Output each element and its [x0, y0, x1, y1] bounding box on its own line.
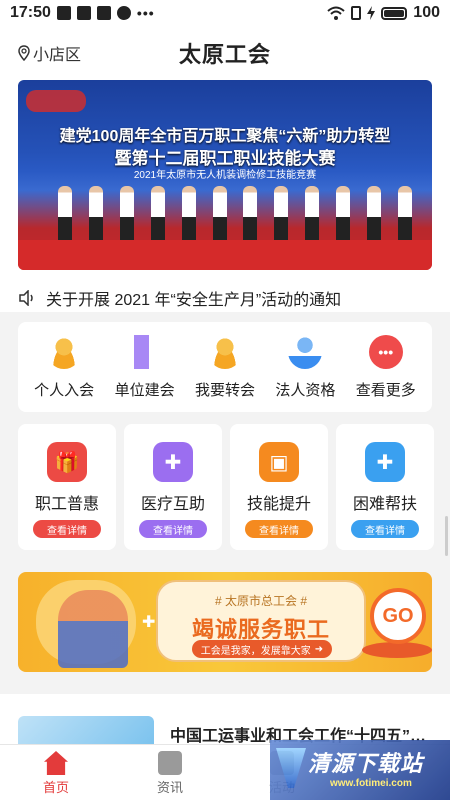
news-icon: [158, 751, 182, 775]
notice-bar[interactable]: 关于开展 2021 年“安全生产月”活动的通知: [18, 285, 432, 311]
battery-level: 100: [413, 4, 440, 21]
view-details-button[interactable]: 查看详情: [139, 520, 207, 538]
event-logo: [26, 90, 86, 112]
page-title: 太原工会: [178, 42, 271, 67]
speaker-icon: [19, 290, 33, 306]
view-details-button[interactable]: 查看详情: [33, 520, 101, 538]
quick-action-unit-build[interactable]: 单位建会: [105, 334, 185, 400]
more-notifications-icon: •••: [136, 5, 155, 21]
scroll-indicator: [445, 516, 448, 556]
battery-icon: [381, 6, 408, 20]
image-icon: [96, 6, 111, 20]
hero-banner[interactable]: 建党100周年全市百万职工聚焦“六新”助力转型 暨第十二届职工职业技能大赛 20…: [18, 80, 432, 270]
banner-people: [58, 178, 412, 242]
building-icon: [127, 334, 162, 369]
go-button[interactable]: GO: [370, 588, 426, 644]
skill-board-icon: ▣: [259, 442, 299, 482]
plus-decor-icon: ✚: [142, 614, 156, 631]
charging-icon: [367, 6, 376, 20]
tab-home[interactable]: 首页: [26, 751, 86, 796]
service-card-worker-benefit[interactable]: 🎁 职工普惠 查看详情: [18, 424, 116, 550]
banner-stage: [18, 240, 432, 270]
go-pedestal: [362, 642, 432, 658]
more-icon: •••: [368, 334, 403, 369]
promo-button[interactable]: 工会是我家，发展靠大家 ➜: [192, 640, 332, 658]
news-app-icon: [76, 6, 91, 20]
person-transfer-icon: [207, 334, 242, 369]
news-thumbnail[interactable]: [18, 716, 154, 744]
wifi-icon: [327, 6, 345, 20]
quick-action-personal-join[interactable]: 个人入会: [24, 334, 104, 400]
site-watermark: 清源下载站 www.fotimei.com: [270, 740, 450, 800]
quick-action-transfer[interactable]: 我要转会: [185, 334, 265, 400]
promo-banner[interactable]: ✚ ✚ # 太原市总工会 # 竭诚服务职工 工会是我家，发展靠大家 ➜ GO: [18, 572, 432, 672]
quick-actions: 个人入会 单位建会 我要转会 法人资格 ••• 查看更多: [18, 322, 432, 412]
legal-person-icon: [288, 334, 323, 369]
service-card-skill-upgrade[interactable]: ▣ 技能提升 查看详情: [230, 424, 328, 550]
sim-icon: [351, 6, 362, 20]
app-header: 小店区 太原工会: [0, 26, 450, 76]
service-card-medical-aid[interactable]: ✚ 医疗互助 查看详情: [124, 424, 222, 550]
arrow-right-icon: ➜: [314, 643, 324, 655]
quick-action-more[interactable]: ••• 查看更多: [346, 334, 426, 400]
view-details-button[interactable]: 查看详情: [245, 520, 313, 538]
banner-line-1: 建党100周年全市百万职工聚焦“六新”助力转型: [59, 128, 391, 145]
watermark-logo: [276, 748, 306, 788]
quick-action-legal-person[interactable]: 法人资格: [265, 334, 345, 400]
status-time: 17:50: [10, 4, 51, 21]
person-join-icon: [47, 334, 82, 369]
tab-news[interactable]: 资讯: [140, 751, 200, 796]
family-illustration: [58, 590, 128, 668]
home-icon: [44, 751, 68, 775]
promo-text-panel: # 太原市总工会 # 竭诚服务职工 工会是我家，发展靠大家 ➜: [156, 580, 366, 662]
notice-text: 关于开展 2021 年“安全生产月”活动的通知: [46, 292, 342, 309]
medical-shield-icon: ✚: [153, 442, 193, 482]
view-details-button[interactable]: 查看详情: [351, 520, 419, 538]
first-aid-kit-icon: ✚: [365, 442, 405, 482]
status-bar: 17:50 ••• 100: [0, 0, 450, 26]
notification-icon: [56, 6, 71, 20]
gift-icon: 🎁: [47, 442, 87, 482]
news-list: 中国工运事业和工会工作“十四五”发展规划: [0, 694, 450, 745]
chat-bubble-icon: [116, 6, 131, 20]
service-card-hardship-aid[interactable]: ✚ 困难帮扶 查看详情: [336, 424, 434, 550]
